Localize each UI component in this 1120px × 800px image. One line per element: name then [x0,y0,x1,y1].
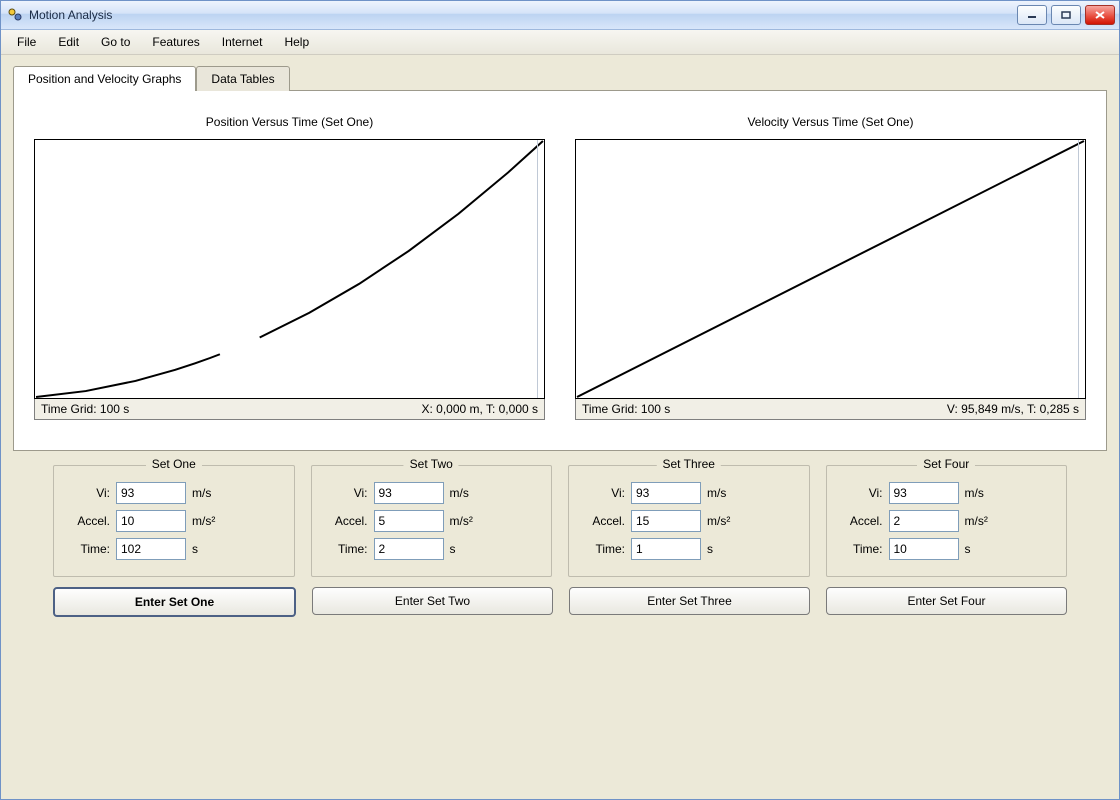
label-vi: Vi: [839,486,883,500]
label-vi: Vi: [581,486,625,500]
set-four-group: Set Four Vi: m/s Accel. m/s² Time: s [826,465,1068,577]
label-vi: Vi: [66,486,110,500]
unit-vi: m/s [192,486,222,500]
tab-data-tables[interactable]: Data Tables [196,66,289,91]
set-three-group: Set Three Vi: m/s Accel. m/s² Time: s [568,465,810,577]
maximize-button[interactable] [1051,5,1081,25]
set-two-time-input[interactable] [374,538,444,560]
set-one-accel-input[interactable] [116,510,186,532]
unit-accel: m/s² [965,514,995,528]
unit-vi: m/s [707,486,737,500]
unit-time: s [450,542,480,556]
unit-time: s [707,542,737,556]
client-area: Position and Velocity Graphs Data Tables… [1,55,1119,799]
plot-separator [537,140,538,398]
set-two-group: Set Two Vi: m/s Accel. m/s² Time: s [311,465,553,577]
unit-accel: m/s² [450,514,480,528]
set-one-vi-input[interactable] [116,482,186,504]
unit-vi: m/s [965,486,995,500]
tab-control: Position and Velocity Graphs Data Tables… [13,65,1107,451]
menu-goto[interactable]: Go to [91,32,140,52]
menu-file[interactable]: File [7,32,46,52]
set-four-legend: Set Four [917,457,975,471]
set-four-time-input[interactable] [889,538,959,560]
position-chart: Position Versus Time (Set One) Time Grid… [34,115,545,420]
label-accel: Accel. [66,514,110,528]
position-plot-area[interactable] [34,139,545,399]
set-three-legend: Set Three [657,457,721,471]
unit-accel: m/s² [707,514,737,528]
set-two-legend: Set Two [404,457,459,471]
sets-row: Set One Vi: m/s Accel. m/s² Time: s [13,465,1107,577]
menu-internet[interactable]: Internet [212,32,273,52]
set-one-legend: Set One [146,457,202,471]
set-three-accel-input[interactable] [631,510,701,532]
set-three-vi-input[interactable] [631,482,701,504]
enter-set-two-button[interactable]: Enter Set Two [312,587,553,615]
label-time: Time: [581,542,625,556]
velocity-plot-area[interactable] [575,139,1086,399]
unit-time: s [965,542,995,556]
tab-graphs[interactable]: Position and Velocity Graphs [13,66,196,91]
label-time: Time: [66,542,110,556]
set-four-vi-input[interactable] [889,482,959,504]
titlebar: Motion Analysis [1,1,1119,30]
minimize-button[interactable] [1017,5,1047,25]
position-status-left: Time Grid: 100 s [35,399,290,419]
label-accel: Accel. [839,514,883,528]
position-status-row: Time Grid: 100 s X: 0,000 m, T: 0,000 s [34,399,545,420]
velocity-status-row: Time Grid: 100 s V: 95,849 m/s, T: 0,285… [575,399,1086,420]
position-status-right: X: 0,000 m, T: 0,000 s [290,399,545,419]
tab-panel-graphs: Position Versus Time (Set One) Time Grid… [13,90,1107,451]
velocity-chart: Velocity Versus Time (Set One) Time Grid… [575,115,1086,420]
window-buttons [1017,5,1115,25]
menubar: File Edit Go to Features Internet Help [1,30,1119,55]
set-four-accel-input[interactable] [889,510,959,532]
set-one-group: Set One Vi: m/s Accel. m/s² Time: s [53,465,295,577]
label-time: Time: [324,542,368,556]
menu-edit[interactable]: Edit [48,32,89,52]
buttons-row: Enter Set One Enter Set Two Enter Set Th… [13,587,1107,617]
label-accel: Accel. [581,514,625,528]
close-button[interactable] [1085,5,1115,25]
enter-set-three-button[interactable]: Enter Set Three [569,587,810,615]
enter-set-one-button[interactable]: Enter Set One [53,587,296,617]
tab-strip: Position and Velocity Graphs Data Tables [13,65,1107,90]
set-two-accel-input[interactable] [374,510,444,532]
position-chart-title: Position Versus Time (Set One) [206,115,373,129]
label-vi: Vi: [324,486,368,500]
set-three-time-input[interactable] [631,538,701,560]
charts-row: Position Versus Time (Set One) Time Grid… [34,115,1086,420]
menu-features[interactable]: Features [142,32,209,52]
unit-time: s [192,542,222,556]
window-title: Motion Analysis [29,8,1017,22]
app-icon [7,7,23,23]
unit-vi: m/s [450,486,480,500]
velocity-chart-title: Velocity Versus Time (Set One) [747,115,913,129]
set-one-time-input[interactable] [116,538,186,560]
label-accel: Accel. [324,514,368,528]
app-window: Motion Analysis File Edit Go to Features… [0,0,1120,800]
enter-set-four-button[interactable]: Enter Set Four [826,587,1067,615]
velocity-status-right: V: 95,849 m/s, T: 0,285 s [831,399,1086,419]
menu-help[interactable]: Help [274,32,319,52]
label-time: Time: [839,542,883,556]
velocity-status-left: Time Grid: 100 s [576,399,831,419]
plot-separator [1078,140,1079,398]
set-two-vi-input[interactable] [374,482,444,504]
unit-accel: m/s² [192,514,222,528]
